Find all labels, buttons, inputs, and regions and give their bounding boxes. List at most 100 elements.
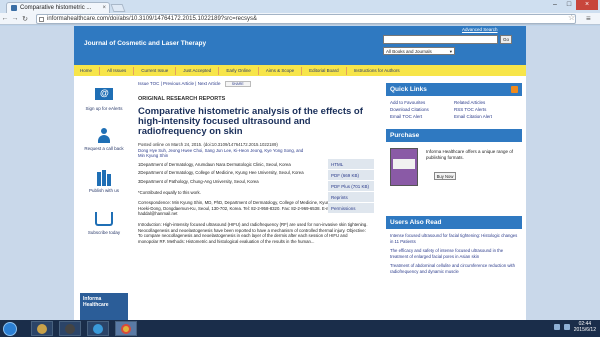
page-icon: [39, 17, 44, 22]
nav-separator: [99, 66, 101, 75]
start-button[interactable]: [3, 321, 17, 336]
search-scope-select[interactable]: All Books and Journals ▾: [383, 47, 455, 55]
menu-icon[interactable]: ≡: [586, 14, 591, 23]
pdf-link[interactable]: PDF (669 KB): [328, 170, 374, 181]
author-list[interactable]: Dong Hye Suh, Jeong Hwee Choi, Sang Jun …: [138, 148, 306, 159]
callback-link[interactable]: Request a call back: [78, 128, 130, 151]
forward-icon[interactable]: →: [10, 15, 20, 22]
right-background: [526, 26, 600, 320]
nav-separator: [345, 66, 347, 75]
nav-home[interactable]: Home: [80, 68, 92, 73]
affiliation-1: 1Department of Dermatology, Arumdaun Nar…: [138, 161, 291, 167]
related-article-link[interactable]: Treatment of abdominal cellulite and cir…: [390, 263, 518, 274]
permissions-link[interactable]: Permissions: [328, 203, 374, 214]
taskbar-app-2[interactable]: [59, 321, 81, 336]
related-articles-link[interactable]: Related Articles: [454, 100, 518, 105]
taskbar-app-1[interactable]: [31, 321, 53, 336]
quick-links-header: Quick Links: [386, 83, 522, 96]
article-type: ORIGINAL RESEARCH REPORTS: [138, 96, 226, 102]
close-tab-icon[interactable]: ×: [102, 5, 106, 11]
reprints-link[interactable]: Reprints: [328, 192, 374, 203]
nav-separator: [133, 66, 135, 75]
clock-date: 2015/6/12: [573, 327, 596, 333]
quick-links-title: Quick Links: [390, 86, 427, 93]
purchase-text: Informa Healthcare offers a unique range…: [426, 149, 513, 160]
nav-separator: [175, 66, 177, 75]
publish-label: Publish with us: [88, 188, 119, 193]
email-toc-alert-link[interactable]: Email TOC Alert: [390, 114, 454, 119]
nav-separator: [257, 66, 259, 75]
publish-link[interactable]: Publish with us: [78, 170, 130, 193]
back-icon[interactable]: ←: [0, 15, 10, 22]
purchase-box: Informa Healthcare offers a unique range…: [386, 146, 522, 198]
ealerts-link[interactable]: Sign up for eAlerts: [78, 86, 130, 111]
maximize-icon[interactable]: □: [562, 0, 576, 10]
left-background: [0, 26, 74, 320]
clock[interactable]: 02:44 2015/6/12: [574, 321, 596, 333]
abstract: Introduction: High-intensity focused ult…: [138, 221, 368, 244]
pdf-plus-link[interactable]: PDF Plus (701 KB): [328, 181, 374, 192]
nav-aims-scope[interactable]: Aims & Scope: [266, 68, 294, 73]
taskbar-chrome[interactable]: [115, 321, 137, 336]
cart-icon: [95, 212, 113, 226]
related-article-link[interactable]: Intense focused ultrasound for facial ti…: [390, 233, 518, 244]
address-bar[interactable]: informahealthcare.com/doi/abs/10.3109/14…: [36, 14, 576, 24]
related-article-link[interactable]: The efficacy and safety of intense focus…: [390, 248, 518, 259]
minimize-icon[interactable]: –: [548, 0, 562, 10]
go-button[interactable]: Go: [500, 35, 512, 44]
share-button[interactable]: SHARE: [224, 81, 251, 87]
rss-toc-alerts-link[interactable]: RSS TOC Alerts: [454, 107, 518, 112]
nav-all-issues[interactable]: All Issues: [107, 68, 126, 73]
download-citations-link[interactable]: Download Citations: [390, 107, 454, 112]
callback-label: Request a call back: [84, 146, 124, 151]
subscribe-label: Subscribe today: [87, 230, 121, 235]
url-text: informahealthcare.com/doi/abs/10.3109/14…: [47, 16, 257, 22]
issue-nav-text[interactable]: Issue TOC | Previous Article | Next Arti…: [138, 81, 220, 86]
nav-early-online[interactable]: Early Online: [226, 68, 251, 73]
ealerts-label: Sign up for eAlerts: [85, 106, 123, 111]
volume-icon[interactable]: [563, 324, 570, 330]
bookmark-star-icon[interactable]: ☆: [568, 13, 575, 22]
add-to-favourites-link[interactable]: Add to Favourites: [390, 100, 454, 105]
right-sidebar: Quick Links Add to Favourites Related Ar…: [386, 83, 522, 282]
rss-icon[interactable]: [511, 86, 518, 93]
journal-title[interactable]: Journal of Cosmetic and Laser Therapy: [84, 40, 206, 47]
nav-editorial-board[interactable]: Editorial Board: [309, 68, 339, 73]
posted-info: Posted online on March 24, 2015. (doi:10…: [138, 142, 278, 147]
web-page: Journal of Cosmetic and Laser Therapy Ad…: [74, 26, 526, 320]
email-citation-alert-link[interactable]: Email Citation Alert: [454, 114, 518, 119]
purchase-header: Purchase: [386, 129, 522, 142]
nav-just-accepted[interactable]: Just Accepted: [183, 68, 211, 73]
advanced-search-link[interactable]: Advanced Search: [462, 27, 498, 32]
browser-tab[interactable]: Comparative histometric ... ×: [6, 2, 110, 13]
subscribe-link[interactable]: Subscribe today: [78, 212, 130, 235]
nav-separator: [218, 66, 220, 75]
purchase-title: Purchase: [390, 132, 420, 139]
informa-ad[interactable]: Informa Healthcare: [80, 293, 128, 320]
system-tray: 02:44 2015/6/12: [553, 321, 596, 333]
search-input[interactable]: [383, 35, 498, 44]
issue-nav-links[interactable]: Issue TOC | Previous Article | Next Arti…: [138, 81, 378, 87]
new-tab-button[interactable]: [110, 4, 126, 12]
favicon-icon: [11, 5, 17, 11]
users-also-read-title: Users Also Read: [390, 219, 442, 226]
email-alert-icon: [95, 88, 113, 100]
nav-instructions-for-authors[interactable]: Instructions for Authors: [354, 68, 400, 73]
close-window-icon[interactable]: ×: [576, 0, 598, 10]
html-link[interactable]: HTML: [328, 159, 374, 170]
taskbar-ie[interactable]: [87, 321, 109, 336]
nav-separator: [301, 66, 303, 75]
book-cover-image: [390, 148, 418, 186]
affiliation-3: 3Department of Pathology, Chung-Ang Univ…: [138, 178, 259, 184]
network-icon[interactable]: [553, 324, 560, 330]
title-bar: Comparative histometric ... × – □ ×: [0, 0, 600, 13]
users-also-read-list: Intense focused ultrasound for facial ti…: [386, 229, 522, 282]
affiliation-2: 2Department of Dermatology, College of M…: [138, 170, 304, 176]
quick-links-list: Add to Favourites Related Articles Downl…: [386, 96, 522, 123]
journal-banner: Journal of Cosmetic and Laser Therapy Ad…: [74, 26, 526, 65]
buy-now-button[interactable]: Buy Now: [434, 172, 456, 180]
reload-icon[interactable]: ↻: [20, 15, 30, 23]
chevron-down-icon: ▾: [449, 49, 452, 54]
users-also-read-header: Users Also Read: [386, 216, 522, 229]
nav-current-issue[interactable]: Current Issue: [141, 68, 168, 73]
